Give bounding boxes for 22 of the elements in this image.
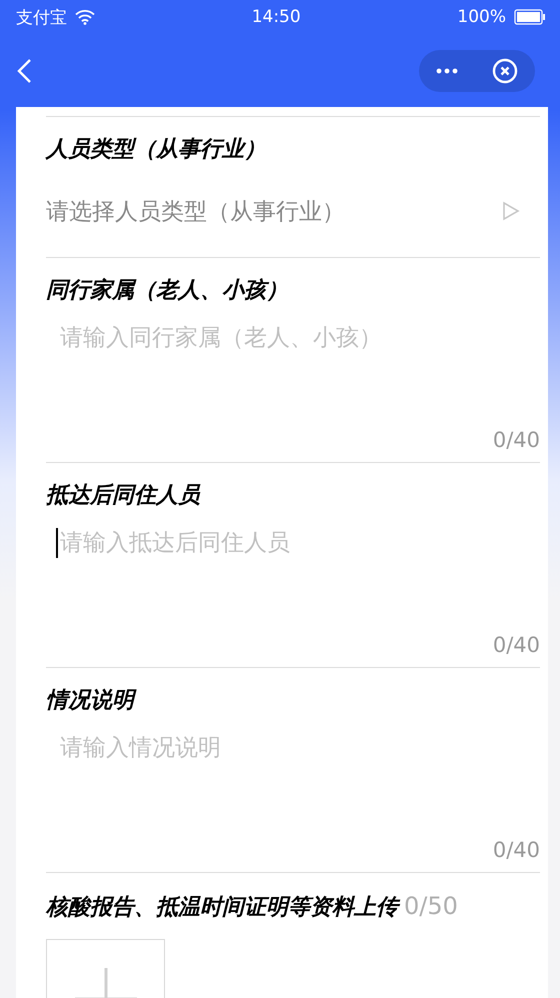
back-icon[interactable] xyxy=(16,58,32,84)
triangle-icon xyxy=(502,201,520,221)
text-area[interactable]: 请输入抵达后同住人员 xyxy=(56,527,540,633)
field-label: 同行家属（老人、小孩） xyxy=(46,276,288,305)
battery-percent: 100% xyxy=(457,7,506,27)
character-counter: 0/40 xyxy=(492,838,540,864)
text-area[interactable]: 请输入情况说明 xyxy=(56,732,540,838)
field-label: 抵达后同住人员 xyxy=(46,482,200,510)
field-label: 核酸报告、抵温时间证明等资料上传 xyxy=(46,893,398,923)
carrier-name: 支付宝 xyxy=(16,6,67,28)
text-area[interactable]: 请输入同行家属（老人、小孩） xyxy=(56,322,540,428)
wifi-icon xyxy=(75,9,95,25)
field-label: 情况说明 xyxy=(46,686,134,716)
close-icon[interactable] xyxy=(492,58,518,84)
character-counter: 0/40 xyxy=(492,428,540,454)
more-icon[interactable] xyxy=(436,68,458,74)
battery-icon xyxy=(514,9,546,25)
select-field[interactable]: 请选择人员类型（从事行业） xyxy=(46,165,540,257)
field-label: 人员类型（从事行业） xyxy=(46,136,266,164)
clock-time: 14:50 xyxy=(252,7,301,27)
character-counter: 0/40 xyxy=(492,633,540,659)
upload-counter: 0/50 xyxy=(404,891,458,921)
